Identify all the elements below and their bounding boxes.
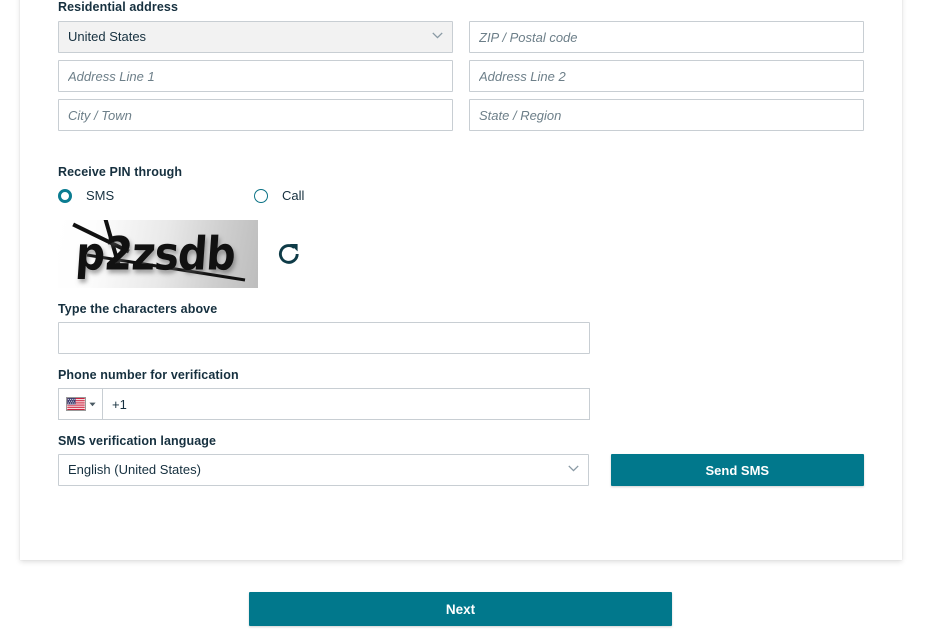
pin-method-radio-group: SMS Call [58,188,864,203]
next-button[interactable]: Next [249,592,672,626]
captcha-answer-input[interactable] [58,322,590,354]
address-line-2-input[interactable] [469,60,864,92]
residential-address-section: Residential address United States [58,0,864,131]
captcha-image: p2zsdb [58,220,258,288]
zip-input[interactable] [469,21,864,53]
radio-call-indicator[interactable] [254,188,268,203]
city-input[interactable] [58,99,453,131]
sms-language-select[interactable]: English (United States) [58,454,589,486]
captcha-answer-section: Type the characters above [58,302,864,354]
state-region-input[interactable] [469,99,864,131]
phone-label: Phone number for verification [58,368,239,382]
chevron-down-icon [88,402,96,406]
sms-language-label: SMS verification language [58,434,217,448]
radio-option-sms[interactable]: SMS [58,188,254,203]
sms-language-row: English (United States) Send SMS [58,454,864,486]
captcha-row: p2zsdb [58,220,864,288]
country-code-picker[interactable] [58,388,102,420]
phone-input-group [58,388,590,420]
receive-pin-label: Receive PIN through [58,165,183,179]
sms-language-value[interactable]: English (United States) [58,454,589,486]
refresh-icon[interactable] [276,241,302,267]
address-line-1-input[interactable] [58,60,453,92]
receive-pin-section: Receive PIN through SMS Call [58,165,864,203]
radio-call-label: Call [282,188,305,203]
phone-section: Phone number for verification [58,368,864,420]
country-select[interactable]: United States [58,21,453,53]
us-flag-icon [65,397,86,411]
radio-option-call[interactable]: Call [254,188,304,203]
send-sms-button[interactable]: Send SMS [610,454,864,486]
registration-form-card: Residential address United States ZIP / … [20,0,902,560]
sms-language-section: SMS verification language English (Unite… [58,434,864,486]
residential-address-label: Residential address [58,0,179,14]
captcha-text: p2zsdb [74,227,237,281]
form-content: Residential address United States ZIP / … [58,0,864,486]
radio-sms-indicator[interactable] [58,188,72,203]
country-select-value[interactable]: United States [58,21,453,53]
captcha-answer-label: Type the characters above [58,302,218,316]
radio-sms-label: SMS [86,188,115,203]
address-fields-grid: United States [58,21,864,131]
phone-number-input[interactable] [102,388,590,420]
